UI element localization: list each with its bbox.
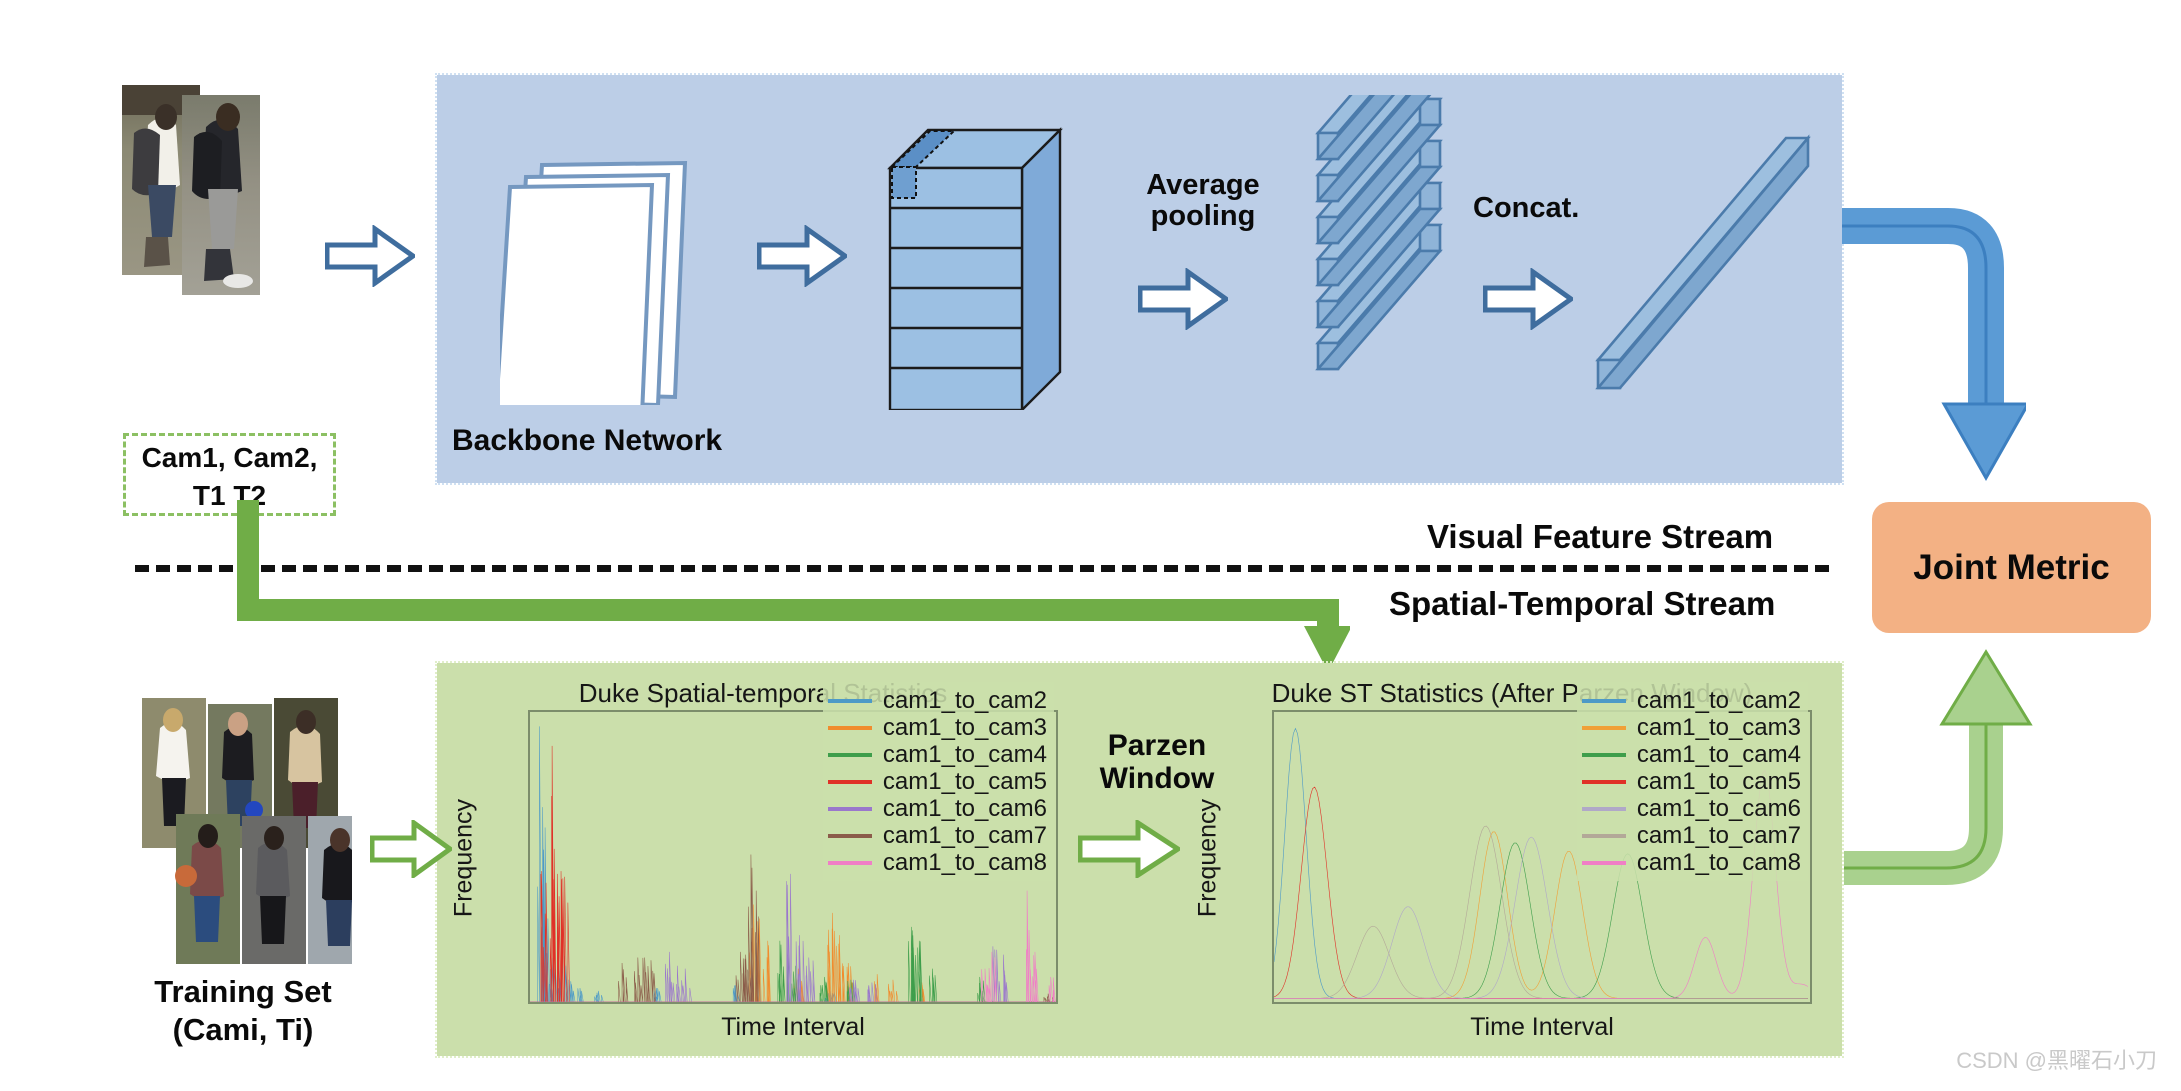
legend-item: cam1_to_cam3 xyxy=(1581,713,1801,741)
chart-series-line xyxy=(530,874,1056,1002)
backbone-network-label: Backbone Network xyxy=(452,424,723,457)
legend-label: cam1_to_cam6 xyxy=(882,794,1047,822)
legend-label: cam1_to_cam4 xyxy=(1636,740,1801,768)
parzen-window-label-line1: Parzen xyxy=(1107,729,1207,762)
legend-label: cam1_to_cam8 xyxy=(1636,848,1801,876)
legend-label: cam1_to_cam4 xyxy=(882,740,1047,768)
concat-label: Concat. xyxy=(1473,192,1580,224)
legend-item: cam1_to_cam4 xyxy=(827,740,1047,768)
chart-y-axis-label: Frequency xyxy=(449,798,478,918)
parzen-window-label: Parzen Window xyxy=(1082,729,1232,795)
average-pooling-label-line2: pooling xyxy=(1150,200,1256,233)
chart-series-line xyxy=(530,905,1056,1002)
arrow-parzen-window xyxy=(1078,820,1180,878)
legend-swatch xyxy=(827,833,872,838)
visual-feature-stream-label: Visual Feature Stream xyxy=(1427,518,1774,555)
chart-legend: cam1_to_cam2 cam1_to_cam3 cam1_to_cam4 cam1… xyxy=(1576,682,1808,881)
training-set-label-line2: (Cami, Ti) xyxy=(172,1011,314,1047)
legend-item: cam1_to_cam3 xyxy=(827,713,1047,741)
legend-label: cam1_to_cam5 xyxy=(1636,767,1801,795)
feature-map-block xyxy=(887,127,1063,410)
arrow-training-to-chart xyxy=(370,820,452,878)
legend-item: cam1_to_cam2 xyxy=(827,686,1047,714)
legend-swatch xyxy=(827,860,872,865)
training-set-label: Training Set (Cami, Ti) xyxy=(128,973,358,1049)
backbone-network-sheets xyxy=(500,160,688,405)
query-person-images xyxy=(122,85,260,295)
chart-duke-st-statistics-after-parzen-window: Duke ST Statistics (After Parzen Window)… xyxy=(1194,678,1812,1048)
chart-y-axis-label: Frequency xyxy=(1193,798,1222,918)
legend-swatch xyxy=(827,725,872,730)
arrow-backbone-to-featuremap xyxy=(757,225,847,287)
legend-swatch xyxy=(1581,725,1626,730)
legend-item: cam1_to_cam7 xyxy=(1581,821,1801,849)
training-set-images xyxy=(142,698,352,964)
legend-item: cam1_to_cam5 xyxy=(827,767,1047,795)
legend-item: cam1_to_cam8 xyxy=(1581,848,1801,876)
legend-item: cam1_to_cam7 xyxy=(827,821,1047,849)
legend-label: cam1_to_cam6 xyxy=(1636,794,1801,822)
legend-swatch xyxy=(827,698,872,703)
legend-swatch xyxy=(1581,833,1626,838)
concatenated-feature-vector xyxy=(1595,134,1811,390)
arrow-input-to-st-panel xyxy=(237,500,1350,672)
chart-duke-spatial-temporal-statistics: Duke Spatial-temporal Statistics Frequen… xyxy=(450,678,1058,1048)
parzen-window-label-line2: Window xyxy=(1099,762,1215,795)
legend-label: cam1_to_cam3 xyxy=(1636,713,1801,741)
legend-swatch xyxy=(827,752,872,757)
chart-x-axis-label: Time Interval xyxy=(721,1013,865,1041)
legend-swatch xyxy=(1581,779,1626,784)
arrow-avg-pooling xyxy=(1138,268,1228,330)
arrow-st-to-joint-metric xyxy=(1844,649,2033,885)
legend-item: cam1_to_cam8 xyxy=(827,848,1047,876)
legend-swatch xyxy=(1581,806,1626,811)
legend-label: cam1_to_cam3 xyxy=(882,713,1047,741)
legend-item: cam1_to_cam6 xyxy=(1581,794,1801,822)
legend-swatch xyxy=(827,806,872,811)
legend-label: cam1_to_cam8 xyxy=(882,848,1047,876)
arrow-concat xyxy=(1483,268,1573,330)
legend-label: cam1_to_cam2 xyxy=(882,686,1047,714)
training-set-label-line1: Training Set xyxy=(154,974,332,1009)
arrow-input-to-backbone xyxy=(325,225,415,287)
arrow-visual-to-joint-metric xyxy=(1842,208,2026,482)
legend-swatch xyxy=(1581,752,1626,757)
chart-legend: cam1_to_cam2 cam1_to_cam3 cam1_to_cam4 cam1… xyxy=(822,682,1054,881)
legend-swatch xyxy=(1581,698,1626,703)
legend-swatch xyxy=(827,779,872,784)
chart-x-axis-label: Time Interval xyxy=(1470,1013,1614,1041)
legend-label: cam1_to_cam2 xyxy=(1636,686,1801,714)
average-pooling-label-line1: Average xyxy=(1146,169,1260,201)
spatial-temporal-stream-label: Spatial-Temporal Stream xyxy=(1389,585,1776,622)
legend-swatch xyxy=(1581,860,1626,865)
chart-series-line xyxy=(530,927,1056,1002)
joint-metric-node[interactable]: Joint Metric xyxy=(1872,502,2151,633)
pooled-feature-bars xyxy=(1315,95,1443,371)
query-cam-label-line1: Cam1, Cam2, xyxy=(141,442,318,473)
legend-item: cam1_to_cam2 xyxy=(1581,686,1801,714)
chart-series-line xyxy=(530,891,1056,1002)
legend-label: cam1_to_cam5 xyxy=(882,767,1047,795)
legend-item: cam1_to_cam6 xyxy=(827,794,1047,822)
legend-label: cam1_to_cam7 xyxy=(882,821,1047,849)
csdn-watermark: CSDN @黑曜石小刀 xyxy=(1956,1048,2157,1073)
legend-item: cam1_to_cam4 xyxy=(1581,740,1801,768)
legend-item: cam1_to_cam5 xyxy=(1581,767,1801,795)
joint-metric-label: Joint Metric xyxy=(1913,547,2110,587)
average-pooling-label: Average pooling xyxy=(1128,169,1278,233)
legend-label: cam1_to_cam7 xyxy=(1636,821,1801,849)
